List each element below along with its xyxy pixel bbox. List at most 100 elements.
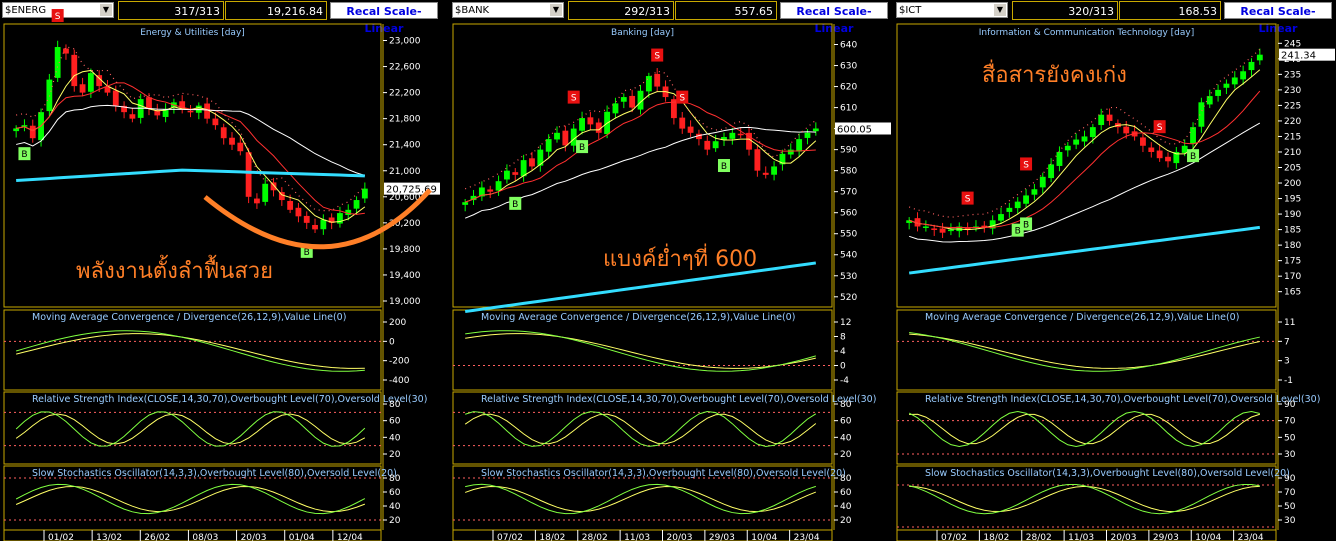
pane-frame [452, 391, 833, 465]
candle-body [981, 225, 988, 228]
x-tick-label: 01/04 [289, 533, 315, 541]
ma-short-line [16, 69, 366, 223]
recal-scale-button[interactable]: Recal Scale-Linear [1224, 2, 1332, 35]
sar-dots [908, 48, 1261, 218]
chevron-down-icon[interactable]: ▼ [994, 4, 1006, 16]
candle-body [973, 226, 979, 228]
pane-tick-label: 80 [840, 474, 852, 484]
buy-signal-label: B [579, 143, 585, 153]
y-tick-label: 640 [840, 41, 857, 51]
candle-body [1215, 89, 1222, 96]
macd-title: Moving Average Convergence / Divergence(… [481, 312, 795, 323]
x-tick-label: 18/02 [983, 533, 1009, 541]
pane-tick-label: 11 [1284, 318, 1295, 328]
candle-body [729, 132, 736, 139]
y-tick-label: 185 [1284, 226, 1301, 236]
last-price: 557.65 [675, 1, 777, 20]
candle-body [939, 228, 946, 233]
chart-title: Banking [day] [611, 28, 674, 38]
buy-signal [576, 140, 589, 154]
sar-dots [464, 70, 817, 190]
candle-body [989, 220, 996, 229]
candle-body [137, 99, 144, 118]
candle-body [320, 219, 327, 230]
candle-body [129, 114, 136, 119]
pane-frame [896, 23, 1277, 308]
candle-body [670, 99, 677, 119]
chevron-down-icon[interactable]: ▼ [100, 4, 112, 16]
stoch-line [909, 483, 1260, 515]
symbol-dropdown[interactable]: $ENERG ▼ [2, 2, 114, 18]
candle-body [1131, 131, 1138, 137]
candle-body [645, 76, 652, 92]
y-tick-label: 530 [840, 272, 857, 282]
candle-body [220, 127, 227, 139]
pane-tick-label: 40 [389, 502, 401, 512]
candle-body [1231, 77, 1238, 85]
candle-body [562, 130, 569, 146]
candle-body [914, 218, 921, 227]
x-axis-frame [896, 529, 1277, 541]
symbol-dropdown[interactable]: $BANK ▼ [452, 2, 564, 18]
sell-signal-label: S [571, 94, 577, 104]
recal-scale-button[interactable]: Recal Scale-Linear [780, 2, 888, 35]
pane-tick-label: 20 [840, 450, 852, 460]
pane-tick-label: 70 [1284, 417, 1296, 427]
pane-tick-label: 20 [389, 450, 401, 460]
candle-body [554, 132, 560, 140]
pane-tick-label: 90 [1284, 400, 1296, 410]
pane-frame [452, 465, 833, 531]
buy-signal [300, 244, 313, 258]
candle-body [13, 128, 20, 132]
candle-body [520, 160, 527, 177]
buy-signal [509, 196, 522, 210]
candle-body [96, 75, 103, 87]
candle-body [1223, 83, 1230, 88]
pane-frame [452, 23, 833, 308]
candle-body [654, 73, 661, 87]
rsi-line [908, 410, 1260, 448]
rsi-signal-line [464, 413, 817, 445]
candle-body [595, 122, 602, 133]
candle-body [328, 217, 335, 223]
candle-body [1173, 151, 1180, 164]
y-tick-label: 190 [1284, 210, 1301, 220]
candle-body [746, 132, 752, 150]
candle-body [612, 103, 619, 114]
candle-body [704, 140, 711, 150]
ma-short-line [464, 91, 817, 203]
rsi-title: Relative Strength Index(CLOSE,14,30,70),… [925, 394, 1320, 405]
candle-body [229, 137, 235, 145]
candle-body [503, 170, 510, 180]
candle-body [587, 117, 594, 125]
candle-body [1181, 145, 1188, 153]
candle-body [278, 192, 285, 201]
candle-body [637, 90, 644, 110]
macd-line [465, 330, 816, 372]
candle-body [38, 112, 44, 141]
candle-body [187, 110, 194, 113]
rsi-title: Relative Strength Index(CLOSE,14,30,70),… [481, 394, 876, 405]
pane-tick-label: -400 [389, 376, 410, 386]
pane-tick-label: 0 [840, 362, 846, 372]
candle-body [754, 149, 761, 171]
pane-tick-label: 40 [389, 433, 401, 443]
chart-title: Energy & Utilities [day] [140, 28, 245, 38]
candle-body [679, 117, 686, 129]
chevron-down-icon[interactable]: ▼ [550, 4, 562, 16]
pane-tick-label: 70 [1284, 488, 1296, 498]
symbol-dropdown[interactable]: $ICT ▼ [896, 2, 1008, 18]
recal-scale-button[interactable]: Recal Scale-Linear [330, 2, 438, 35]
candle-body [21, 125, 28, 127]
price-chart-svg: Energy & Utilities [day] 23,000 22,600 22,2… [3, 9, 440, 541]
x-tick-label: 07/02 [497, 533, 523, 541]
candle-body [1098, 114, 1105, 126]
candle-body [1106, 114, 1113, 121]
bar-count: 292/313 [568, 1, 674, 20]
chart-title: Information & Communication Technology [… [979, 28, 1195, 38]
candle-body [1023, 195, 1029, 204]
y-tick-label: 240 [1284, 55, 1301, 65]
y-tick-label: 21,400 [389, 141, 421, 151]
pane-tick-label: 90 [1284, 474, 1296, 484]
buy-signal-label: B [1015, 227, 1021, 237]
